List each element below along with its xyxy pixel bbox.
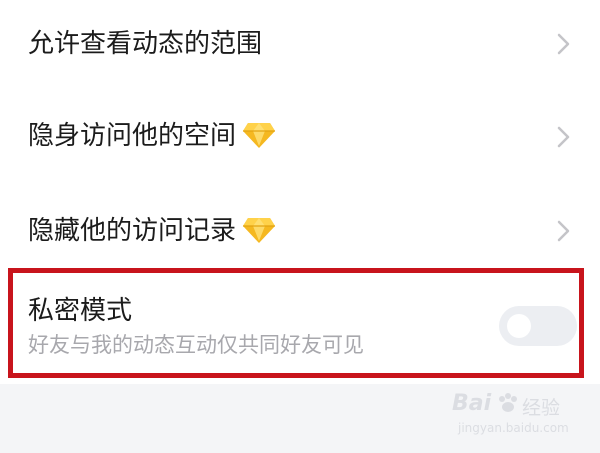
settings-item-label: 隐藏他的访问记录 [28, 216, 237, 246]
chevron-right-icon [557, 220, 570, 242]
chevron-right-icon [557, 33, 570, 55]
settings-item-invisible-visit[interactable]: 隐身访问他的空间 [0, 90, 600, 180]
private-mode-title: 私密模式 [28, 296, 133, 326]
private-mode-description: 好友与我的动态互动仅共同好友可见 [28, 333, 364, 357]
watermark-brand-suffix: 经验 [522, 397, 561, 419]
settings-item-visible-range[interactable]: 允许查看动态的范围 [0, 0, 600, 90]
watermark-url: jingyan.baidu.com [458, 421, 569, 435]
private-mode-toggle[interactable] [499, 306, 577, 346]
diamond-vip-icon [243, 122, 276, 148]
diamond-vip-icon [243, 217, 276, 243]
toggle-knob [507, 314, 531, 338]
baidu-jingyan-watermark: Bai 经验 jingyan.baidu.com [452, 387, 582, 441]
watermark-brand: Bai [452, 391, 492, 416]
settings-screen: 允许查看动态的范围 隐身访问他的空间 隐藏他的访问记录 私密模式 好友与我的动态… [0, 0, 600, 453]
settings-item-label: 隐身访问他的空间 [28, 121, 237, 151]
paw-icon [499, 393, 517, 412]
settings-item-hide-visit-record[interactable]: 隐藏他的访问记录 [0, 180, 600, 270]
settings-item-private-mode: 私密模式 好友与我的动态互动仅共同好友可见 [8, 268, 584, 378]
chevron-right-icon [557, 126, 570, 148]
settings-item-label: 允许查看动态的范围 [28, 29, 263, 59]
